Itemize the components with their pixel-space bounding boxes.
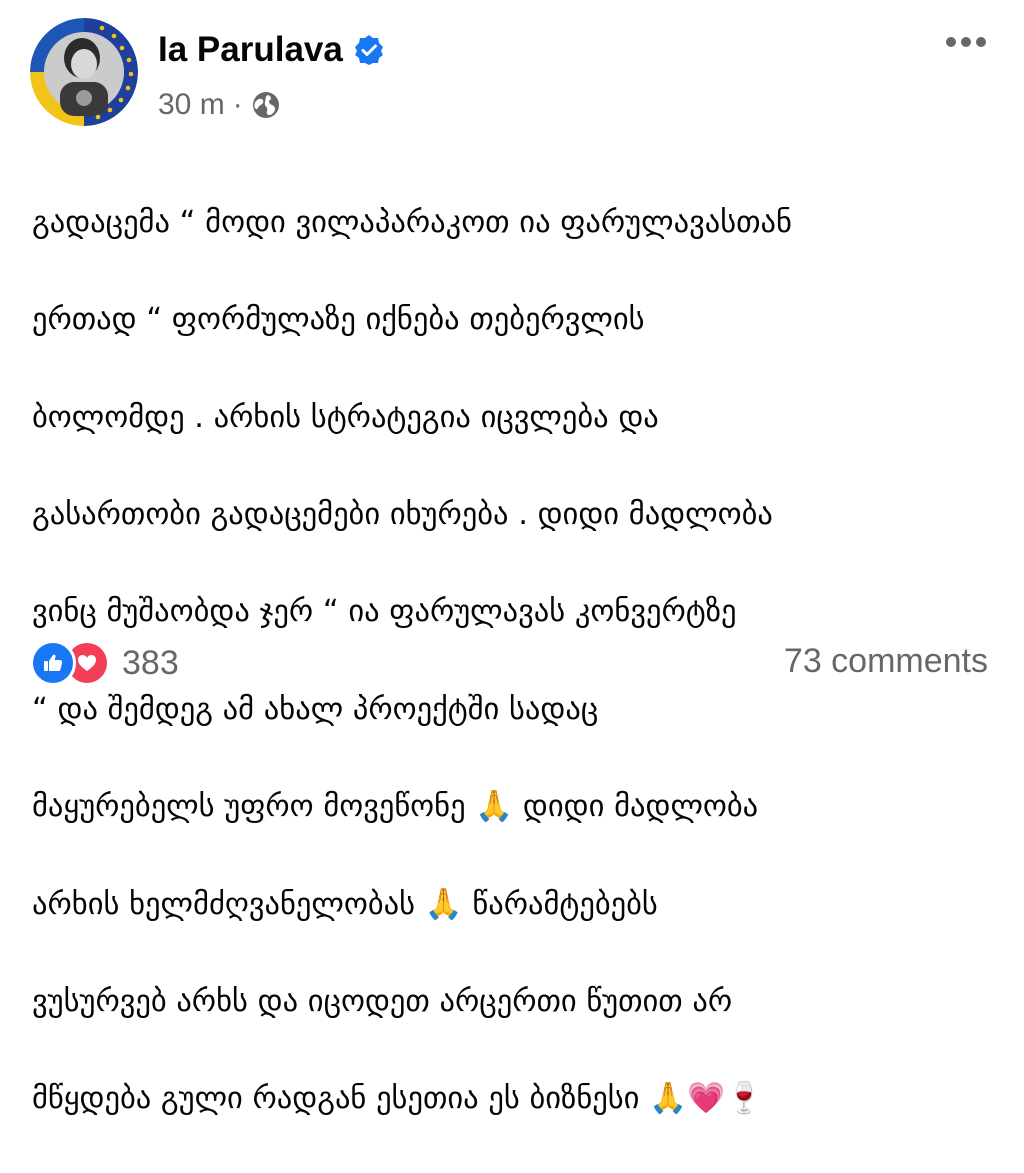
reaction-count: 383 <box>122 643 179 682</box>
post-line: “ და შემდეგ ამ ახალ პროექტში სადაც <box>32 691 599 727</box>
globe-icon <box>251 90 281 120</box>
more-options-icon[interactable] <box>944 34 988 50</box>
author-name[interactable]: Ia Parulava <box>158 30 343 70</box>
post-time[interactable]: 30 m <box>158 88 225 122</box>
post-line: მწყდება გული რადგან ესეთია ეს ბიზნესი 🙏💗… <box>32 1081 764 1117</box>
post-line: გასართობი გადაცემები იხურება . დიდი მადლ… <box>32 496 773 532</box>
meta-separator: · <box>232 88 243 121</box>
author-row: Ia Parulava <box>158 30 385 70</box>
post-line: არხის ხელმძღვანელობას 🙏 წარამტებებს <box>32 886 658 922</box>
post-line: მაყურებელს უფრო მოვეწონე 🙏 დიდი მადლობა <box>32 789 759 825</box>
avatar[interactable] <box>30 18 138 126</box>
reactions-summary[interactable]: 383 <box>30 640 179 686</box>
verified-badge-icon <box>353 34 385 66</box>
post-line: ერთად “ ფორმულაზე იქნება თებერვლის <box>32 302 645 338</box>
post-line: ვინც მუშაობდა ჯერ “ ია ფარულავას კონვერტ… <box>32 594 737 630</box>
post-line: ვუსურვებ არხს და იცოდეთ არცერთი წუთით არ <box>32 983 733 1019</box>
post-line: ბოლომდე . არხის სტრატეგია იცვლება და <box>32 399 659 435</box>
comments-count[interactable]: 73 comments <box>784 642 988 681</box>
like-icon <box>30 640 76 686</box>
post-meta: 30 m · <box>158 88 281 122</box>
post-line: გადაცემა “ მოდი ვილაპარაკოთ ია ფარულავას… <box>32 204 792 240</box>
